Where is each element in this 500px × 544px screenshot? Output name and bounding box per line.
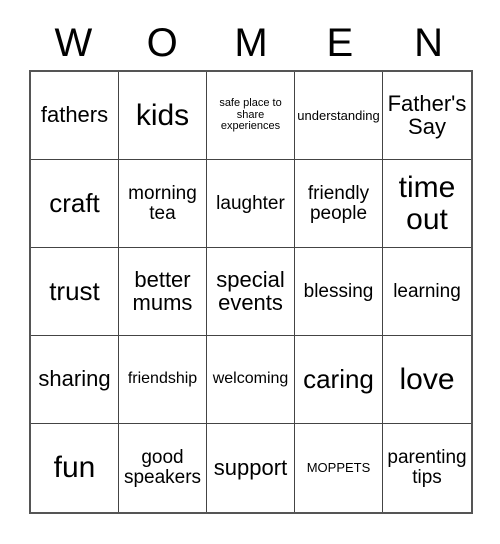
bingo-cell[interactable]: laughter	[207, 160, 295, 248]
bingo-cell-label: fathers	[40, 102, 109, 128]
bingo-cell[interactable]: morning tea	[119, 160, 207, 248]
bingo-cell[interactable]: kids	[119, 72, 207, 160]
bingo-cell-label: morning tea	[128, 182, 197, 224]
bingo-cell[interactable]: welcoming	[207, 336, 295, 424]
bingo-cell[interactable]: learning	[383, 248, 471, 336]
bingo-header-letter-4: E	[326, 21, 354, 65]
bingo-cell-label: safe place to share experiences	[219, 97, 282, 133]
bingo-header-letter-2: O	[146, 21, 178, 65]
bingo-cell[interactable]: caring	[295, 336, 383, 424]
bingo-cell[interactable]: love	[383, 336, 471, 424]
bingo-header-row: W O M E N	[29, 18, 473, 68]
bingo-cell-label: MOPPETS	[306, 460, 371, 476]
bingo-cell[interactable]: support	[207, 424, 295, 512]
bingo-cell[interactable]: safe place to share experiences	[207, 72, 295, 160]
bingo-cell-label: trust	[49, 275, 100, 306]
bingo-cell-label: friendly people	[307, 182, 370, 224]
bingo-header-letter-3: M	[234, 21, 268, 65]
bingo-cell[interactable]: time out	[383, 160, 471, 248]
bingo-cell-label: understanding	[297, 107, 380, 123]
bingo-cell-label: fun	[53, 451, 96, 485]
bingo-cell-label: blessing	[303, 280, 374, 302]
bingo-cell[interactable]: parenting tips	[383, 424, 471, 512]
bingo-cell[interactable]: sharing	[31, 336, 119, 424]
bingo-cell-label: craft	[49, 187, 100, 218]
bingo-cell[interactable]: friendship	[119, 336, 207, 424]
bingo-cell-label: laughter	[216, 192, 285, 214]
bingo-cell[interactable]: understanding	[295, 72, 383, 160]
bingo-cell[interactable]: MOPPETS	[295, 424, 383, 512]
bingo-header-letter-5: N	[414, 21, 444, 65]
bingo-cell-label: friendship	[127, 370, 198, 388]
bingo-cell-label: special events	[216, 266, 285, 315]
bingo-header-letter-1: W	[54, 21, 93, 65]
bingo-grid: fathers kids safe place to share experienc…	[29, 70, 473, 514]
bingo-cell[interactable]: friendly people	[295, 160, 383, 248]
bingo-cell[interactable]: better mums	[119, 248, 207, 336]
bingo-cell-label: better mums	[132, 266, 193, 315]
bingo-cell[interactable]: trust	[31, 248, 119, 336]
bingo-cell[interactable]: blessing	[295, 248, 383, 336]
bingo-cell-label: parenting tips	[387, 447, 467, 488]
bingo-cell-label: good speakers	[123, 447, 202, 488]
bingo-cell-label: love	[399, 362, 455, 396]
bingo-cell-label: support	[213, 454, 288, 480]
bingo-card: W O M E N fathers kids safe place to share…	[0, 0, 500, 544]
bingo-cell-label: welcoming	[212, 370, 289, 388]
bingo-cell[interactable]: good speakers	[119, 424, 207, 512]
bingo-cell-label: Father's Say	[387, 90, 467, 139]
bingo-cell[interactable]: craft	[31, 160, 119, 248]
bingo-cell-label: learning	[393, 280, 461, 302]
bingo-cell-label: kids	[135, 98, 190, 132]
bingo-cell[interactable]: fathers	[31, 72, 119, 160]
bingo-cell[interactable]: fun	[31, 424, 119, 512]
bingo-cell[interactable]: Father's Say	[383, 72, 471, 160]
bingo-cell-label: time out	[398, 171, 456, 236]
bingo-cell[interactable]: special events	[207, 248, 295, 336]
bingo-cell-label: sharing	[38, 366, 111, 392]
bingo-cell-label: caring	[303, 363, 374, 394]
